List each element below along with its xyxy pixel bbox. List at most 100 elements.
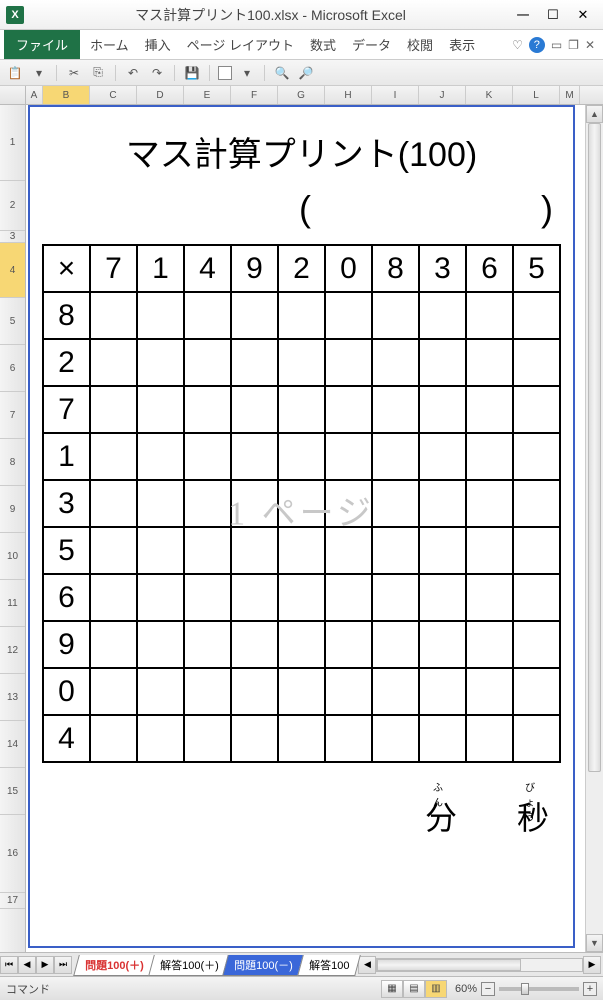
- column-header-K[interactable]: K: [466, 86, 513, 104]
- answer-cell[interactable]: [231, 386, 278, 433]
- answer-cell[interactable]: [90, 621, 137, 668]
- answer-cell[interactable]: [513, 292, 560, 339]
- answer-cell[interactable]: [231, 715, 278, 762]
- answer-cell[interactable]: [90, 433, 137, 480]
- answer-cell[interactable]: [466, 386, 513, 433]
- row-header-2[interactable]: 2: [0, 181, 25, 231]
- answer-cell[interactable]: [90, 386, 137, 433]
- row-header-12[interactable]: 12: [0, 627, 25, 674]
- answer-cell[interactable]: [137, 386, 184, 433]
- answer-cell[interactable]: [137, 480, 184, 527]
- maximize-button[interactable]: ☐: [539, 5, 567, 25]
- answer-cell[interactable]: [278, 715, 325, 762]
- minimize-ribbon-icon[interactable]: ▭: [551, 38, 562, 52]
- answer-cell[interactable]: [372, 621, 419, 668]
- answer-cell[interactable]: [278, 480, 325, 527]
- column-header-H[interactable]: H: [325, 86, 372, 104]
- answer-cell[interactable]: [137, 668, 184, 715]
- tab-prev-icon[interactable]: ◀: [18, 956, 36, 974]
- row-header-6[interactable]: 6: [0, 345, 25, 392]
- worksheet-area[interactable]: マス計算プリント(100) ( ) ×71492083658271356904 …: [26, 105, 585, 952]
- answer-cell[interactable]: [90, 292, 137, 339]
- answer-cell[interactable]: [231, 668, 278, 715]
- hscroll-thumb[interactable]: [377, 959, 520, 971]
- answer-cell[interactable]: [419, 339, 466, 386]
- fill-color-icon[interactable]: [218, 66, 232, 80]
- dropdown-icon[interactable]: ▾: [238, 64, 256, 82]
- answer-cell[interactable]: [90, 574, 137, 621]
- answer-cell[interactable]: [325, 292, 372, 339]
- row-header-10[interactable]: 10: [0, 533, 25, 580]
- row-factor[interactable]: 2: [43, 339, 90, 386]
- ribbon-view[interactable]: 表示: [443, 31, 481, 58]
- zoom-thumb[interactable]: [521, 983, 529, 995]
- answer-cell[interactable]: [466, 527, 513, 574]
- page-layout-view-icon[interactable]: ▤: [403, 980, 425, 998]
- sheet-tab[interactable]: 解答100(＋): [148, 955, 230, 976]
- file-tab[interactable]: ファイル: [4, 30, 80, 59]
- row-factor[interactable]: 7: [43, 386, 90, 433]
- vertical-scrollbar[interactable]: ▲ ▼: [585, 105, 603, 952]
- col-factor[interactable]: 8: [372, 245, 419, 292]
- answer-cell[interactable]: [325, 668, 372, 715]
- zoom-out-icon[interactable]: 🔍: [273, 64, 291, 82]
- answer-cell[interactable]: [419, 668, 466, 715]
- ribbon-home[interactable]: ホーム: [84, 31, 135, 58]
- ribbon-formulas[interactable]: 数式: [304, 31, 342, 58]
- restore-icon[interactable]: ❐: [568, 38, 579, 52]
- answer-cell[interactable]: [513, 527, 560, 574]
- row-factor[interactable]: 9: [43, 621, 90, 668]
- answer-cell[interactable]: [419, 527, 466, 574]
- answer-cell[interactable]: [325, 621, 372, 668]
- row-header-16[interactable]: 16: [0, 815, 25, 893]
- dropdown-icon[interactable]: ▾: [30, 64, 48, 82]
- row-header-15[interactable]: 15: [0, 768, 25, 815]
- row-factor[interactable]: 1: [43, 433, 90, 480]
- answer-cell[interactable]: [184, 668, 231, 715]
- answer-cell[interactable]: [90, 715, 137, 762]
- normal-view-icon[interactable]: ▦: [381, 980, 403, 998]
- row-factor[interactable]: 4: [43, 715, 90, 762]
- answer-cell[interactable]: [372, 668, 419, 715]
- answer-cell[interactable]: [278, 621, 325, 668]
- answer-cell[interactable]: [325, 433, 372, 480]
- answer-cell[interactable]: [419, 480, 466, 527]
- answer-cell[interactable]: [513, 715, 560, 762]
- answer-cell[interactable]: [278, 527, 325, 574]
- answer-cell[interactable]: [466, 339, 513, 386]
- column-header-G[interactable]: G: [278, 86, 325, 104]
- row-header-1[interactable]: 1: [0, 105, 25, 181]
- column-header-A[interactable]: A: [26, 86, 43, 104]
- vscroll-thumb[interactable]: [588, 123, 601, 772]
- ribbon-review[interactable]: 校閲: [401, 31, 439, 58]
- tab-next-icon[interactable]: ▶: [36, 956, 54, 974]
- answer-cell[interactable]: [231, 433, 278, 480]
- answer-cell[interactable]: [184, 433, 231, 480]
- answer-cell[interactable]: [372, 292, 419, 339]
- ribbon-page-layout[interactable]: ページ レイアウト: [181, 31, 300, 58]
- sheet-tab[interactable]: 解答100: [297, 955, 361, 976]
- answer-cell[interactable]: [137, 574, 184, 621]
- col-factor[interactable]: 7: [90, 245, 137, 292]
- answer-cell[interactable]: [325, 480, 372, 527]
- answer-cell[interactable]: [90, 480, 137, 527]
- answer-cell[interactable]: [513, 480, 560, 527]
- answer-cell[interactable]: [231, 621, 278, 668]
- answer-cell[interactable]: [466, 292, 513, 339]
- undo-icon[interactable]: ↶: [124, 64, 142, 82]
- copy-icon[interactable]: ⎘: [89, 64, 107, 82]
- col-factor[interactable]: 3: [419, 245, 466, 292]
- answer-cell[interactable]: [419, 621, 466, 668]
- answer-cell[interactable]: [184, 715, 231, 762]
- answer-cell[interactable]: [513, 433, 560, 480]
- answer-cell[interactable]: [278, 433, 325, 480]
- answer-cell[interactable]: [278, 292, 325, 339]
- answer-cell[interactable]: [466, 480, 513, 527]
- col-factor[interactable]: 0: [325, 245, 372, 292]
- answer-cell[interactable]: [419, 433, 466, 480]
- sheet-tab[interactable]: 問題100(＋): [73, 955, 155, 976]
- column-header-D[interactable]: D: [137, 86, 184, 104]
- zoom-in-button[interactable]: +: [583, 982, 597, 996]
- answer-cell[interactable]: [513, 574, 560, 621]
- row-factor[interactable]: 6: [43, 574, 90, 621]
